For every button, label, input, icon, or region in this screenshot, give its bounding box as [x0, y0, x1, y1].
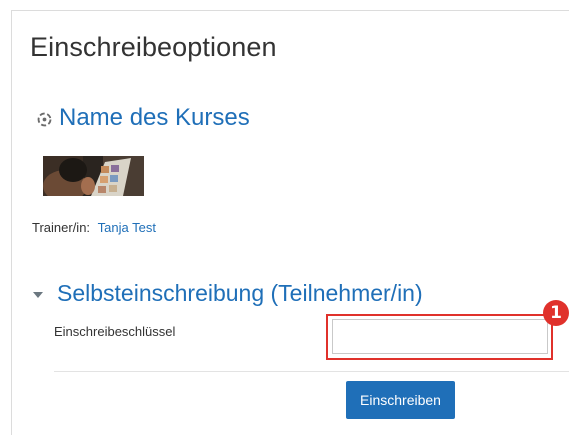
- form-divider: [54, 371, 569, 372]
- enrolment-key-input[interactable]: [332, 319, 548, 354]
- course-icon: [37, 112, 52, 126]
- enrolment-key-label: Einschreibeschlüssel: [54, 324, 176, 339]
- callout-badge: 1: [543, 300, 569, 326]
- section-title: Selbsteinschreibung (Teilnehmer/in): [57, 280, 423, 306]
- course-image: [43, 156, 144, 196]
- collapse-caret-icon: [33, 291, 43, 298]
- teacher-label: Trainer/in:: [32, 220, 91, 235]
- course-name-link[interactable]: Name des Kurses: [59, 104, 250, 132]
- course-heading: Name des Kurses: [36, 104, 250, 132]
- teacher-name-link[interactable]: Tanja Test: [98, 220, 156, 235]
- self-enrolment-section-toggle[interactable]: Selbsteinschreibung (Teilnehmer/in): [33, 280, 423, 307]
- enrolment-options-page: Einschreibeoptionen Name des Kurses Trai…: [0, 0, 569, 435]
- page-title: Einschreibeoptionen: [30, 32, 277, 62]
- enrol-button[interactable]: Einschreiben: [346, 381, 455, 419]
- teacher-row: Trainer/in: Tanja Test: [32, 220, 156, 235]
